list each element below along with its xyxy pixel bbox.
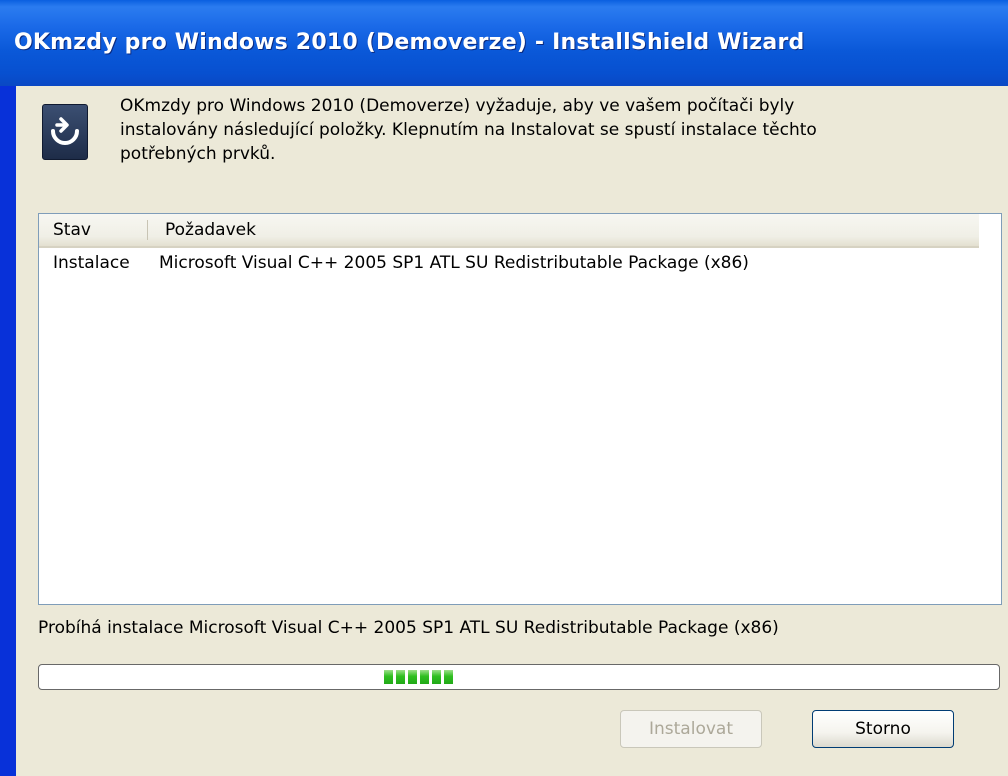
progress-chunk xyxy=(444,670,453,684)
progress-chunk xyxy=(420,670,429,684)
prerequisites-message: OKmzdy pro Windows 2010 (Demoverze) vyža… xyxy=(120,96,817,164)
progress-chunk xyxy=(408,670,417,684)
cancel-button[interactable]: Storno xyxy=(812,710,954,748)
title-bar[interactable]: OKmzdy pro Windows 2010 (Demoverze) - In… xyxy=(0,0,1008,86)
status-text: Probíhá instalace Microsoft Visual C++ 2… xyxy=(38,618,779,638)
progress-chunk xyxy=(384,670,393,684)
installer-window: OKmzdy pro Windows 2010 (Demoverze) - In… xyxy=(0,0,1008,776)
dialog-body: OKmzdy pro Windows 2010 (Demoverze) vyža… xyxy=(16,86,1008,776)
requirements-list[interactable]: Stav Požadavek Instalace Microsoft Visua… xyxy=(38,213,1002,605)
progress-chunk xyxy=(396,670,405,684)
install-button[interactable]: Instalovat xyxy=(620,710,762,748)
list-item-status: Instalace xyxy=(53,253,130,273)
list-item-requirement: Microsoft Visual C++ 2005 SP1 ATL SU Red… xyxy=(159,253,749,273)
column-header-status[interactable]: Stav xyxy=(53,214,91,246)
progress-bar xyxy=(38,664,1000,690)
window-title: OKmzdy pro Windows 2010 (Demoverze) - In… xyxy=(14,30,805,55)
progress-chunk xyxy=(432,670,441,684)
list-item[interactable]: Instalace Microsoft Visual C++ 2005 SP1 … xyxy=(39,248,979,278)
list-header: Stav Požadavek xyxy=(39,214,979,248)
column-header-requirement[interactable]: Požadavek xyxy=(165,214,256,246)
installer-icon xyxy=(42,104,88,160)
column-divider[interactable] xyxy=(147,220,148,240)
